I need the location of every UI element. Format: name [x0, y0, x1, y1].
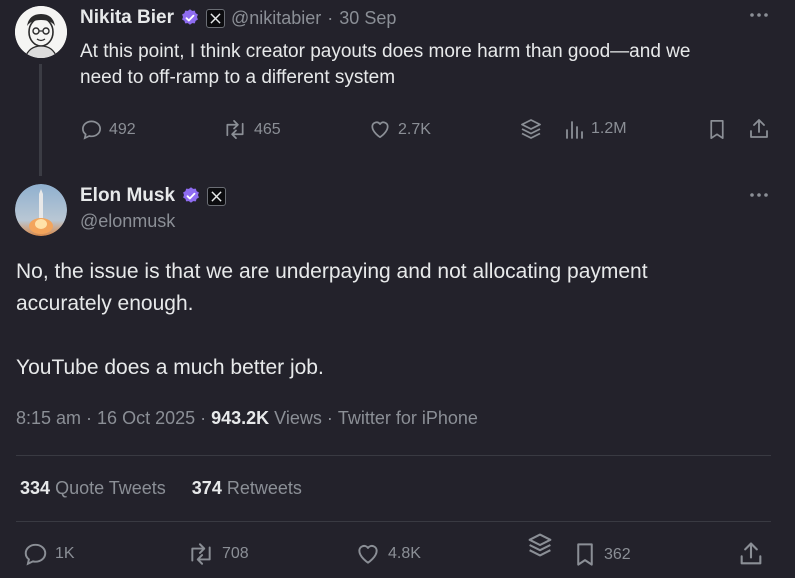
retweet-count: 465	[254, 120, 281, 138]
main-header: Elon Musk	[80, 185, 227, 207]
like-icon	[368, 118, 392, 141]
parent-text-line2: need to off-ramp to a different system	[80, 67, 396, 88]
thread-line	[39, 64, 42, 176]
tweet-time[interactable]: 8:15 am	[16, 408, 81, 429]
bookmark-button[interactable]	[706, 118, 728, 141]
separator-dot: ·	[326, 408, 333, 428]
separator-dot: ·	[86, 408, 93, 428]
main-text-line2: accurately enough.	[16, 292, 194, 315]
avatar-elon[interactable]	[15, 184, 67, 236]
author-name[interactable]: Elon Musk	[80, 185, 175, 207]
bookmark-count: 362	[604, 545, 631, 563]
views-icon	[565, 118, 585, 140]
reply-button[interactable]: 1K	[22, 541, 75, 567]
grok-button[interactable]	[525, 530, 555, 560]
like-count: 4.8K	[388, 545, 421, 562]
like-count: 2.7K	[398, 120, 431, 138]
share-icon	[747, 117, 771, 141]
separator-dot: ·	[327, 7, 334, 28]
engagement-stats: 334 Quote Tweets 374 Retweets	[20, 478, 302, 499]
retweet-count: 708	[222, 545, 249, 562]
retweet-icon	[186, 541, 216, 567]
divider	[16, 455, 771, 456]
parent-header: Nikita Bier @nikitabier · 30 Sep	[80, 7, 396, 29]
verified-badge-icon	[180, 8, 200, 28]
retweet-stat-label: Retweets	[226, 478, 302, 498]
author-name[interactable]: Nikita Bier	[80, 7, 174, 29]
main-text-line1: No, the issue is that we are underpaying…	[16, 260, 648, 283]
tweet-meta: 8:15 am · 16 Oct 2025 · 943.2K Views · T…	[16, 408, 478, 429]
retweet-button[interactable]: 465	[222, 118, 281, 141]
like-icon	[354, 541, 382, 567]
reply-icon	[80, 118, 103, 141]
share-button[interactable]	[737, 540, 765, 568]
more-icon[interactable]	[748, 184, 770, 206]
tweet-source[interactable]: Twitter for iPhone	[338, 408, 478, 429]
retweet-stat-count: 374	[191, 478, 222, 498]
grok-button[interactable]	[518, 116, 544, 142]
retweet-icon	[222, 118, 248, 141]
avatar-nikita[interactable]	[15, 6, 67, 58]
share-icon	[737, 540, 765, 568]
quote-count: 334	[20, 478, 51, 498]
share-button[interactable]	[747, 117, 771, 141]
verified-badge-icon	[181, 186, 201, 206]
parent-text-line1: At this point, I think creator payouts d…	[80, 41, 691, 62]
retweet-button[interactable]: 708	[186, 541, 249, 567]
more-icon[interactable]	[748, 4, 770, 26]
author-handle[interactable]: @nikitabier	[231, 8, 321, 29]
main-text-line3: YouTube does a much better job.	[16, 356, 324, 379]
x-affiliate-icon	[205, 8, 225, 28]
reply-button[interactable]: 492	[80, 118, 136, 141]
divider	[16, 521, 771, 522]
author-handle[interactable]: @elonmusk	[80, 211, 175, 232]
grok-icon	[518, 116, 544, 142]
x-affiliate-icon	[207, 186, 227, 206]
like-button[interactable]: 2.7K	[368, 118, 431, 141]
views-count: 943.2K	[211, 408, 270, 428]
views-button[interactable]: 1.2M	[565, 118, 627, 140]
reply-count: 1K	[55, 545, 75, 562]
grok-icon	[525, 530, 555, 560]
bookmark-icon	[706, 118, 728, 141]
tweet-date[interactable]: 16 Oct 2025	[97, 408, 195, 429]
quote-label: Quote Tweets	[55, 478, 166, 498]
views-count: 1.2M	[591, 120, 627, 137]
tweet-date[interactable]: 30 Sep	[339, 8, 396, 29]
bookmark-icon	[572, 541, 598, 568]
retweets-link[interactable]: 374 Retweets	[192, 478, 302, 499]
main-tweet-text: No, the issue is that we are underpaying…	[16, 256, 776, 384]
quote-tweets-link[interactable]: 334 Quote Tweets	[20, 478, 166, 499]
like-button[interactable]: 4.8K	[354, 541, 421, 567]
reply-icon	[22, 541, 49, 567]
bookmark-button[interactable]: 362	[572, 541, 631, 568]
reply-count: 492	[109, 120, 136, 138]
separator-dot: ·	[200, 408, 207, 428]
parent-tweet-text: At this point, I think creator payouts d…	[80, 39, 770, 91]
views-label: Views	[274, 408, 322, 428]
